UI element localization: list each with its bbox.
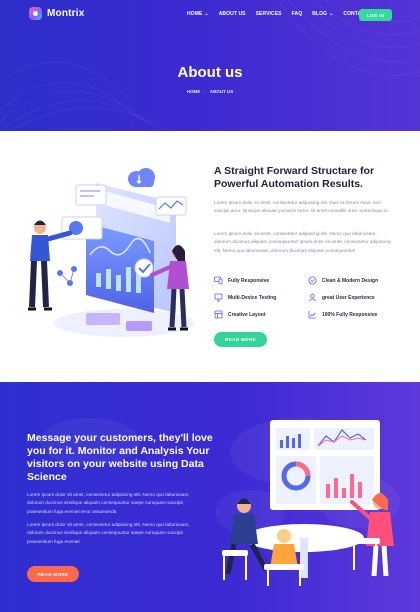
data-science-heading: Message your customers, they'll love you… — [27, 432, 213, 483]
breadcrumb-home[interactable]: HOME — [187, 89, 201, 94]
feature-item: 100% Fully Responsive — [308, 310, 377, 319]
feature-item: Fully Responsive — [214, 276, 269, 285]
automation-illustration — [28, 168, 194, 337]
nav-item-services[interactable]: SERVICES — [256, 11, 282, 17]
devices-icon — [214, 293, 223, 302]
login-button[interactable]: LOG IN — [359, 9, 392, 21]
feature-item: Clean & Modern Design — [308, 276, 378, 285]
data-science-paragraph-1: Lorem ipsum dolor sit amet, consectetur … — [27, 492, 190, 514]
main-menu: HOME ⌄ ABOUT US SERVICES FAQ BLOG ⌄ CONTAC… — [187, 11, 378, 17]
responsive-icon — [214, 276, 223, 285]
brand-logo[interactable]: Montrix — [29, 7, 85, 20]
feature-item: Multi-Device Testing — [214, 293, 276, 302]
logo-icon — [29, 7, 42, 20]
data-science-read-more-button[interactable]: READ MORE — [27, 566, 79, 582]
chevron-down-icon: ⌄ — [329, 11, 334, 17]
page-title: About us — [177, 64, 243, 81]
data-science-paragraph-2: Lorem ipsum dolor sit amet, consectetur … — [27, 522, 190, 544]
chevron-down-icon: ⌄ — [204, 11, 209, 17]
chart-icon — [308, 311, 316, 319]
nav-item-blog[interactable]: BLOG ⌄ — [312, 11, 333, 17]
data-science-section: Message your customers, they'll love you… — [0, 382, 420, 612]
layout-icon — [214, 310, 223, 319]
about-paragraph-2: Lorem ipsum dolor sit amet, consectetur … — [214, 231, 391, 253]
about-paragraph-1: Lorem ipsum dolor sit amet, consectetur … — [214, 200, 390, 214]
hero-banner: Montrix HOME ⌄ ABOUT US SERVICES FAQ BLOG… — [0, 0, 420, 131]
breadcrumb-separator: · — [204, 89, 206, 94]
feature-item: Creative Layout — [214, 310, 266, 319]
nav-item-about-us[interactable]: ABOUT US — [219, 11, 246, 17]
nav-item-faq[interactable]: FAQ — [292, 11, 303, 17]
user-experience-icon — [308, 293, 317, 302]
read-more-button[interactable]: READ MORE — [214, 332, 267, 347]
nav-item-home[interactable]: HOME ⌄ — [187, 11, 209, 17]
man-figure — [28, 220, 73, 311]
breadcrumb-current: ABOUT US — [209, 89, 234, 94]
brand-name: Montrix — [47, 8, 85, 19]
design-icon — [308, 276, 317, 285]
breadcrumb: HOME · ABOUT US — [0, 89, 420, 94]
feature-item: great User Experience — [308, 293, 375, 302]
top-nav: Montrix HOME ⌄ ABOUT US SERVICES FAQ BLOG… — [0, 0, 420, 30]
cloud-icon — [128, 168, 155, 187]
analytics-meeting-illustration — [222, 420, 394, 586]
about-heading: A Straight Forward Structare for Powerfu… — [214, 165, 375, 190]
